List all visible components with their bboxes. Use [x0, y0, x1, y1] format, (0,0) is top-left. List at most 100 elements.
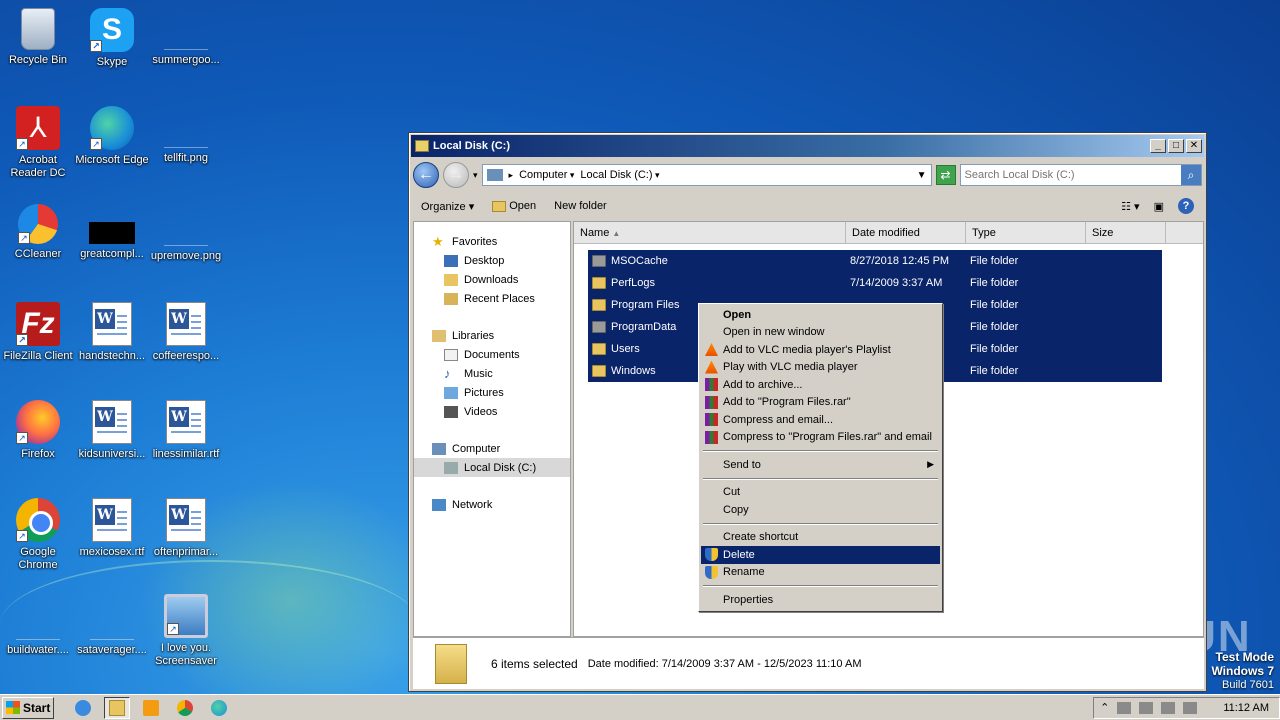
menu-item-send-to[interactable]: Send to ▶ — [701, 456, 940, 474]
address-dropdown-icon[interactable]: ▼ — [917, 170, 927, 181]
minimize-button[interactable]: _ — [1150, 139, 1166, 153]
column-name[interactable]: Name ▲ — [574, 222, 846, 243]
desktop-icon-kidsuniversi[interactable]: W kidsuniversi... — [74, 400, 150, 461]
file-row-perflogs[interactable]: PerfLogs 7/14/2009 3:37 AM File folder — [588, 272, 1162, 294]
nav-libraries[interactable]: Libraries — [414, 326, 570, 345]
nav-recent-places[interactable]: Recent Places — [414, 289, 570, 308]
file-row-msocache[interactable]: MSOCache 8/27/2018 12:45 PM File folder — [588, 250, 1162, 272]
flag-icon[interactable] — [1183, 701, 1198, 714]
desktop-icon-mexicosex[interactable]: W mexicosex.rtf — [74, 498, 150, 559]
action-center-icon[interactable] — [1161, 701, 1176, 714]
new-folder-button[interactable]: New folder — [554, 200, 607, 212]
desktop-icon-buildwater[interactable]: buildwater.... — [0, 598, 76, 657]
menu-item-rename[interactable]: Rename — [701, 564, 940, 582]
menu-item-delete[interactable]: Delete — [701, 546, 940, 564]
desktop-icon-tellfit[interactable]: tellfit.png — [148, 106, 224, 165]
menu-item-cut[interactable]: Cut — [701, 484, 940, 502]
taskbar-explorer[interactable] — [104, 696, 130, 719]
nav-local-disk[interactable]: Local Disk (C:) — [414, 458, 570, 477]
menu-item-create-shortcut[interactable]: Create shortcut — [701, 529, 940, 547]
desktop-icon-screensaver[interactable]: ↗ I love you. Screensaver — [148, 594, 224, 668]
column-date-modified[interactable]: Date modified — [846, 222, 966, 243]
breadcrumb-computer[interactable]: Computer — [519, 169, 574, 181]
menu-item-compress-email[interactable]: Compress and email... — [701, 411, 940, 429]
desktop-icon-greatcompl[interactable]: greatcompl... — [74, 204, 150, 261]
desktop-icon-handstechn[interactable]: W handstechn... — [74, 302, 150, 363]
show-hidden-icons-icon[interactable]: ⌃ — [1100, 701, 1109, 714]
nav-desktop[interactable]: Desktop — [414, 251, 570, 270]
breadcrumb-chevron-icon[interactable]: ▸ — [509, 170, 514, 181]
network-tray-icon[interactable] — [1139, 701, 1154, 714]
menu-item-vlc-playlist[interactable]: Add to VLC media player's Playlist — [701, 341, 940, 359]
column-size[interactable]: Size — [1086, 222, 1166, 243]
context-menu: Open Open in new window Add to VLC media… — [698, 303, 943, 612]
search-input[interactable] — [964, 169, 1155, 181]
menu-item-open[interactable]: Open — [701, 306, 940, 324]
views-icon[interactable]: ☷ ▾ — [1121, 200, 1139, 213]
ie-icon — [75, 699, 91, 716]
desktop-icon-acrobat[interactable]: ⅄ ↗ Acrobat Reader DC — [0, 106, 76, 180]
menu-item-vlc-play[interactable]: Play with VLC media player — [701, 359, 940, 377]
desktop-icon-upremove[interactable]: upremove.png — [148, 204, 224, 263]
menu-item-properties[interactable]: Properties — [701, 591, 940, 609]
forward-button[interactable]: → — [443, 162, 469, 188]
desktop-icon-summergoo[interactable]: summergoo... — [148, 8, 224, 67]
taskbar-edge[interactable] — [206, 697, 232, 719]
desktop-icon-sataverager[interactable]: sataverager.... — [74, 598, 150, 657]
open-button[interactable]: Open — [492, 200, 536, 212]
clock[interactable]: 11:12 AM — [1223, 702, 1269, 714]
desktop-icon-filezilla[interactable]: Fz ↗ FileZilla Client — [0, 302, 76, 363]
desktop-icon-edge[interactable]: ↗ Microsoft Edge — [74, 106, 150, 167]
taskbar-chrome[interactable] — [172, 697, 198, 719]
nav-documents[interactable]: Documents — [414, 345, 570, 364]
desktop-icon-firefox[interactable]: ↗ Firefox — [0, 400, 76, 461]
taskbar-ie[interactable] — [70, 697, 96, 719]
maximize-button[interactable]: □ — [1168, 139, 1184, 153]
drive-icon — [415, 140, 429, 152]
breadcrumb-local-disk[interactable]: Local Disk (C:) — [580, 169, 659, 181]
desktop-icon-chrome[interactable]: ↗ Google Chrome — [0, 498, 76, 572]
recent-pages-chevron-icon[interactable]: ▾ — [473, 170, 478, 181]
menu-item-open-new-window[interactable]: Open in new window — [701, 324, 940, 342]
desktop-icon — [444, 254, 458, 267]
computer-icon — [486, 169, 503, 181]
help-icon[interactable]: ? — [1178, 198, 1194, 214]
desktop-icon-label: kidsuniversi... — [78, 448, 146, 460]
nav-computer[interactable]: Computer — [414, 439, 570, 458]
desktop-icon-recycle-bin[interactable]: Recycle Bin — [0, 8, 76, 67]
folder-icon — [592, 299, 606, 311]
organize-button[interactable]: Organize ▾ — [421, 200, 474, 213]
close-button[interactable]: ✕ — [1186, 139, 1202, 153]
column-type[interactable]: Type — [966, 222, 1086, 243]
star-icon: ★ — [432, 233, 444, 249]
window-title: Local Disk (C:) — [433, 140, 511, 152]
nav-network[interactable]: Network — [414, 495, 570, 514]
menu-item-add-to-archive[interactable]: Add to archive... — [701, 376, 940, 394]
nav-videos[interactable]: Videos — [414, 402, 570, 421]
refresh-button[interactable]: ⇄ — [935, 165, 956, 185]
menu-item-add-to-rar[interactable]: Add to "Program Files.rar" — [701, 394, 940, 412]
preview-pane-icon[interactable]: ▣ — [1154, 200, 1164, 213]
back-button[interactable]: ← — [413, 162, 439, 188]
desktop-icon-ccleaner[interactable]: ↗ CCleaner — [0, 204, 76, 261]
menu-item-compress-rar-email[interactable]: Compress to "Program Files.rar" and emai… — [701, 429, 940, 447]
menu-item-copy[interactable]: Copy — [701, 501, 940, 519]
nav-music[interactable]: ♪ Music — [414, 364, 570, 383]
nav-pictures[interactable]: Pictures — [414, 383, 570, 402]
desktop-icon-label: FileZilla Client — [3, 350, 73, 362]
search-box[interactable]: ⌕ — [959, 164, 1202, 186]
title-bar[interactable]: Local Disk (C:) _ □ ✕ — [411, 135, 1204, 157]
nav-favorites[interactable]: ★ Favorites — [414, 232, 570, 251]
desktop-icon-linessimilar[interactable]: W linessimilar.rtf — [148, 400, 224, 461]
address-bar[interactable]: ▸ Computer Local Disk (C:) ▼ — [481, 164, 932, 186]
desktop-icon-skype[interactable]: S ↗ Skype — [74, 8, 150, 69]
start-button[interactable]: Start — [2, 696, 54, 719]
desktop-icon-oftenprimar[interactable]: W oftenprimar... — [148, 498, 224, 559]
desktop-icon-coffeerespo[interactable]: W coffeerespo... — [148, 302, 224, 363]
nav-downloads[interactable]: Downloads — [414, 270, 570, 289]
search-icon[interactable]: ⌕ — [1181, 165, 1201, 185]
speaker-icon[interactable] — [1117, 701, 1132, 714]
chrome-icon — [177, 699, 193, 716]
test-mode-watermark: Test Mode Windows 7 Build 7601 — [1211, 650, 1274, 692]
taskbar-media-player[interactable] — [138, 697, 164, 719]
